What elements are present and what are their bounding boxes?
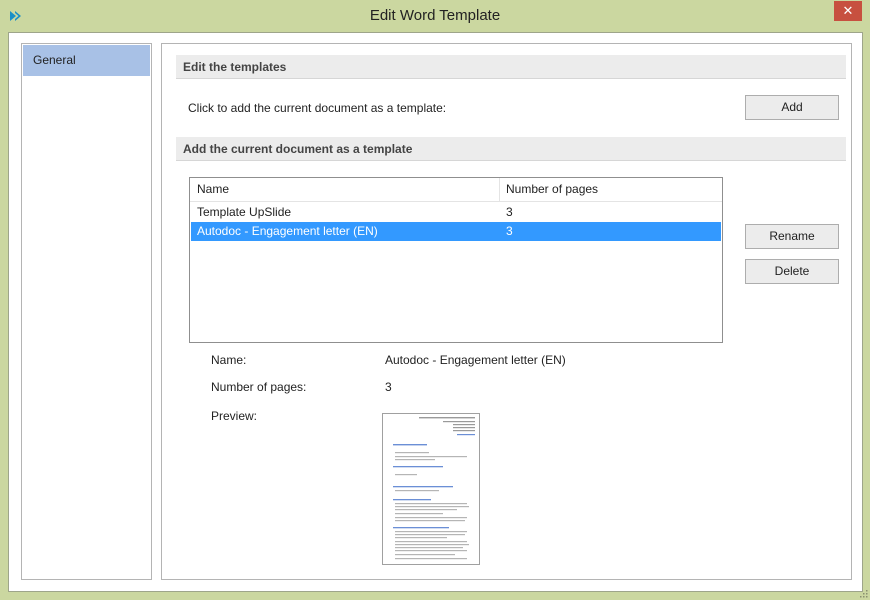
title-bar[interactable]: Edit Word Template ✕ xyxy=(0,0,870,32)
settings-panel: Edit the templates Click to add the curr… xyxy=(161,43,852,580)
sidebar-item-label: General xyxy=(33,53,76,67)
column-header-pages[interactable]: Number of pages xyxy=(499,178,721,201)
row-pages-cell: 3 xyxy=(506,224,513,238)
detail-name-value: Autodoc - Engagement letter (EN) xyxy=(385,353,566,367)
table-row[interactable]: Template UpSlide 3 xyxy=(191,203,721,222)
delete-button[interactable]: Delete xyxy=(745,259,839,284)
row-name-cell: Autodoc - Engagement letter (EN) xyxy=(197,224,378,238)
close-button[interactable]: ✕ xyxy=(834,1,862,21)
window-title: Edit Word Template xyxy=(369,7,501,24)
add-button[interactable]: Add xyxy=(745,95,839,120)
section-header-add-document: Add the current document as a template xyxy=(176,137,846,161)
rename-button[interactable]: Rename xyxy=(745,224,839,249)
sidebar-item-general[interactable]: General xyxy=(23,45,150,76)
document-page-image xyxy=(383,414,479,564)
dialog-window: Edit Word Template ✕ General Edit the te… xyxy=(0,0,870,600)
dialog-client-area: General Edit the templates Click to add … xyxy=(8,32,863,592)
list-header: Name Number of pages xyxy=(190,178,722,202)
table-row-selected[interactable]: Autodoc - Engagement letter (EN) 3 xyxy=(191,222,721,241)
column-header-name[interactable]: Name xyxy=(190,178,499,201)
row-name-cell: Template UpSlide xyxy=(197,205,292,219)
detail-name-label: Name: xyxy=(211,353,247,367)
detail-pages-value: 3 xyxy=(385,380,392,394)
close-icon: ✕ xyxy=(842,3,854,18)
sidebar: General xyxy=(21,43,152,580)
resize-grip-icon[interactable] xyxy=(858,588,868,598)
detail-preview-label: Preview: xyxy=(211,409,258,423)
document-preview-thumbnail xyxy=(382,413,480,565)
templates-list[interactable]: Name Number of pages Template UpSlide 3 … xyxy=(189,177,723,343)
row-pages-cell: 3 xyxy=(506,205,513,219)
section-header-edit-templates: Edit the templates xyxy=(176,55,846,79)
detail-pages-label: Number of pages: xyxy=(211,380,307,394)
add-template-prompt: Click to add the current document as a t… xyxy=(188,101,447,115)
